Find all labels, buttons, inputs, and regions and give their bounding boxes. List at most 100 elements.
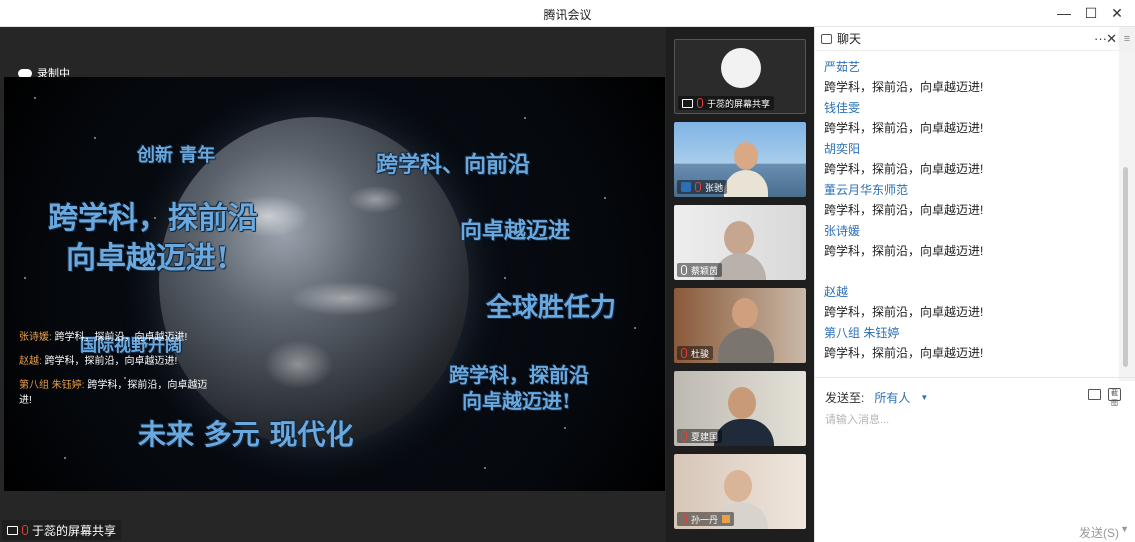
send-options-icon[interactable]: ▼: [1120, 524, 1129, 534]
mic-icon: [681, 265, 687, 275]
title-bar: 腾讯会议 — ☐ ✕: [0, 0, 1135, 27]
mic-muted-icon: [22, 525, 28, 535]
slide-text-lower-1: 跨学科，探前沿: [449, 363, 589, 387]
overlay-chat-name: 第八组 朱钰婷:: [19, 380, 85, 391]
minimize-button[interactable]: —: [1053, 3, 1075, 23]
participant-label: 蔡颖茵: [677, 263, 723, 277]
chat-text: 跨学科，探前沿，向卓越迈进!: [824, 121, 984, 135]
chat-title: 聊天: [837, 32, 862, 46]
participant-label: 于蕊的屏幕共享: [678, 96, 775, 110]
participant-tile[interactable]: 张驰: [674, 122, 806, 197]
chat-text: 跨学科，探前沿，向卓越迈进!: [824, 162, 984, 176]
chat-sender[interactable]: 严茹艺: [824, 57, 1114, 77]
chat-message: 赵越 跨学科，探前沿，向卓越迈进!: [824, 282, 1114, 323]
send-button[interactable]: 发送(S): [1079, 524, 1119, 541]
chat-sender[interactable]: 赵越: [824, 282, 1114, 302]
overlay-chat-message: 赵越: 跨学科，探前沿，向卓越迈进!: [19, 352, 177, 367]
slide-text-excellence: 向卓越迈进: [460, 218, 571, 244]
folder-icon[interactable]: [1088, 389, 1101, 400]
chat-header: 聊天 ··· ✕ ≡: [815, 27, 1135, 51]
mic-muted-icon: [695, 182, 701, 192]
shared-screen-area: 录制中 创新 青年 跨学科、向前沿 跨学科，探前沿 向卓越迈进! 向卓越迈进 全…: [0, 27, 666, 542]
chat-message: 严茹艺 跨学科，探前沿，向卓越迈进!: [824, 57, 1114, 98]
slide-text-future: 未来 多元 现代化: [138, 418, 354, 451]
participant-tile[interactable]: 孙一丹: [674, 454, 806, 529]
slide-text-innovation: 创新 青年: [137, 145, 216, 166]
chat-sender[interactable]: 胡奕阳: [824, 139, 1114, 159]
participant-body: [714, 419, 774, 446]
participant-label: 杜骏: [677, 346, 714, 360]
participant-name: 张驰: [705, 182, 724, 193]
mic-muted-icon: [681, 514, 687, 524]
participant-name: 杜骏: [691, 348, 710, 359]
overlay-chat-message: 张诗媛: 跨学科，探前沿，向卓越迈进!: [19, 328, 187, 343]
window-title: 腾讯会议: [543, 8, 592, 22]
send-to-label: 发送至:: [825, 391, 865, 405]
chat-sender[interactable]: 张诗媛: [824, 221, 1114, 241]
screen-share-icon: [682, 98, 693, 108]
participant-video-list: 于蕊的屏幕共享 张驰 蔡颖茵 杜骏 夏建国 孙一丹: [666, 27, 814, 542]
screenshot-icon[interactable]: 截图: [1108, 388, 1121, 407]
participant-tile[interactable]: 夏建国: [674, 371, 806, 446]
mic-muted-icon: [681, 431, 687, 441]
screen-share-icon: [7, 525, 18, 535]
overlay-chat-text: 跨学科，探前沿，向卓越迈进!: [54, 332, 188, 343]
overlay-chat-name: 张诗媛:: [19, 332, 52, 343]
chat-icon: [821, 33, 832, 44]
overlay-chat-message: 第八组 朱钰婷: 跨学科，探前沿，向卓越迈进!: [19, 376, 219, 406]
chat-sender[interactable]: 钱佳雯: [824, 98, 1114, 118]
scrollbar-thumb[interactable]: [1123, 167, 1128, 367]
participant-name: 夏建国: [691, 431, 719, 442]
participant-tile[interactable]: 于蕊的屏幕共享: [674, 39, 806, 114]
chat-input[interactable]: 请输入消息...: [825, 411, 889, 427]
side-menu-button[interactable]: ≡: [1119, 27, 1135, 51]
slide-text-main-2: 向卓越迈进!: [66, 241, 230, 276]
screen-share-owner: 于蕊的屏幕共享: [32, 523, 117, 538]
host-icon: [681, 182, 691, 192]
chat-text: 跨学科，探前沿，向卓越迈进!: [824, 203, 984, 217]
close-window-button[interactable]: ✕: [1106, 3, 1128, 23]
slide-text-cross-discipline: 跨学科、向前沿: [376, 152, 531, 178]
maximize-button[interactable]: ☐: [1080, 3, 1102, 23]
chat-text: 跨学科，探前沿，向卓越迈进!: [824, 346, 984, 360]
send-to-selector[interactable]: 发送至: 所有人 ▼: [825, 389, 928, 406]
chat-message: 钱佳雯 跨学科，探前沿，向卓越迈进!: [824, 98, 1114, 139]
participant-name: 于蕊的屏幕共享: [707, 98, 771, 109]
avatar: [721, 48, 761, 88]
slide-text-global: 全球胜任力: [486, 293, 617, 323]
participant-label: 张驰: [677, 180, 728, 194]
overlay-chat-text: 跨学科，探前沿，向卓越迈进!: [44, 356, 178, 367]
chat-divider: [815, 377, 1135, 378]
chat-text: 跨学科，探前沿，向卓越迈进!: [824, 80, 984, 94]
participant-tile[interactable]: 蔡颖茵: [674, 205, 806, 280]
participant-label: 夏建国: [677, 429, 723, 443]
chat-sender[interactable]: 董云月华东师范: [824, 180, 1114, 200]
more-options-button[interactable]: ···: [1094, 31, 1107, 46]
chat-message-list: 严茹艺 跨学科，探前沿，向卓越迈进! 钱佳雯 跨学科，探前沿，向卓越迈进! 胡奕…: [824, 57, 1114, 364]
close-chat-button[interactable]: ✕: [1106, 31, 1117, 47]
participant-face: [724, 470, 752, 502]
participant-body: [718, 328, 774, 363]
overlay-chat-name: 赵越:: [19, 356, 42, 367]
chat-panel: 聊天 ··· ✕ ≡ 严茹艺 跨学科，探前沿，向卓越迈进! 钱佳雯 跨学科，探前…: [814, 27, 1135, 542]
chat-text: 跨学科，探前沿，向卓越迈进!: [824, 244, 984, 258]
participant-face: [724, 221, 754, 255]
screen-share-label[interactable]: 于蕊的屏幕共享: [2, 520, 122, 540]
mic-muted-icon: [681, 348, 687, 358]
participant-face: [728, 387, 756, 419]
send-to-value[interactable]: 所有人: [874, 389, 910, 406]
chat-message: 董云月华东师范 跨学科，探前沿，向卓越迈进!: [824, 180, 1114, 221]
audio-level-icon: [722, 515, 731, 523]
participant-tile[interactable]: 杜骏: [674, 288, 806, 363]
chat-message: 第八组 朱钰婷 跨学科，探前沿，向卓越迈进!: [824, 323, 1114, 364]
slide-text-main-1: 跨学科，探前沿: [48, 201, 258, 236]
participant-name: 蔡颖茵: [691, 265, 719, 276]
chat-message: 张诗媛 跨学科，探前沿，向卓越迈进!: [824, 221, 1114, 262]
chat-sender[interactable]: 第八组 朱钰婷: [824, 323, 1114, 343]
participant-body: [724, 170, 768, 197]
presentation-slide: 创新 青年 跨学科、向前沿 跨学科，探前沿 向卓越迈进! 向卓越迈进 全球胜任力…: [4, 77, 665, 491]
chat-scrollbar[interactable]: [1119, 51, 1135, 381]
participant-label: 孙一丹: [677, 512, 735, 526]
participant-face: [732, 298, 758, 328]
chevron-down-icon[interactable]: ▼: [920, 393, 928, 402]
